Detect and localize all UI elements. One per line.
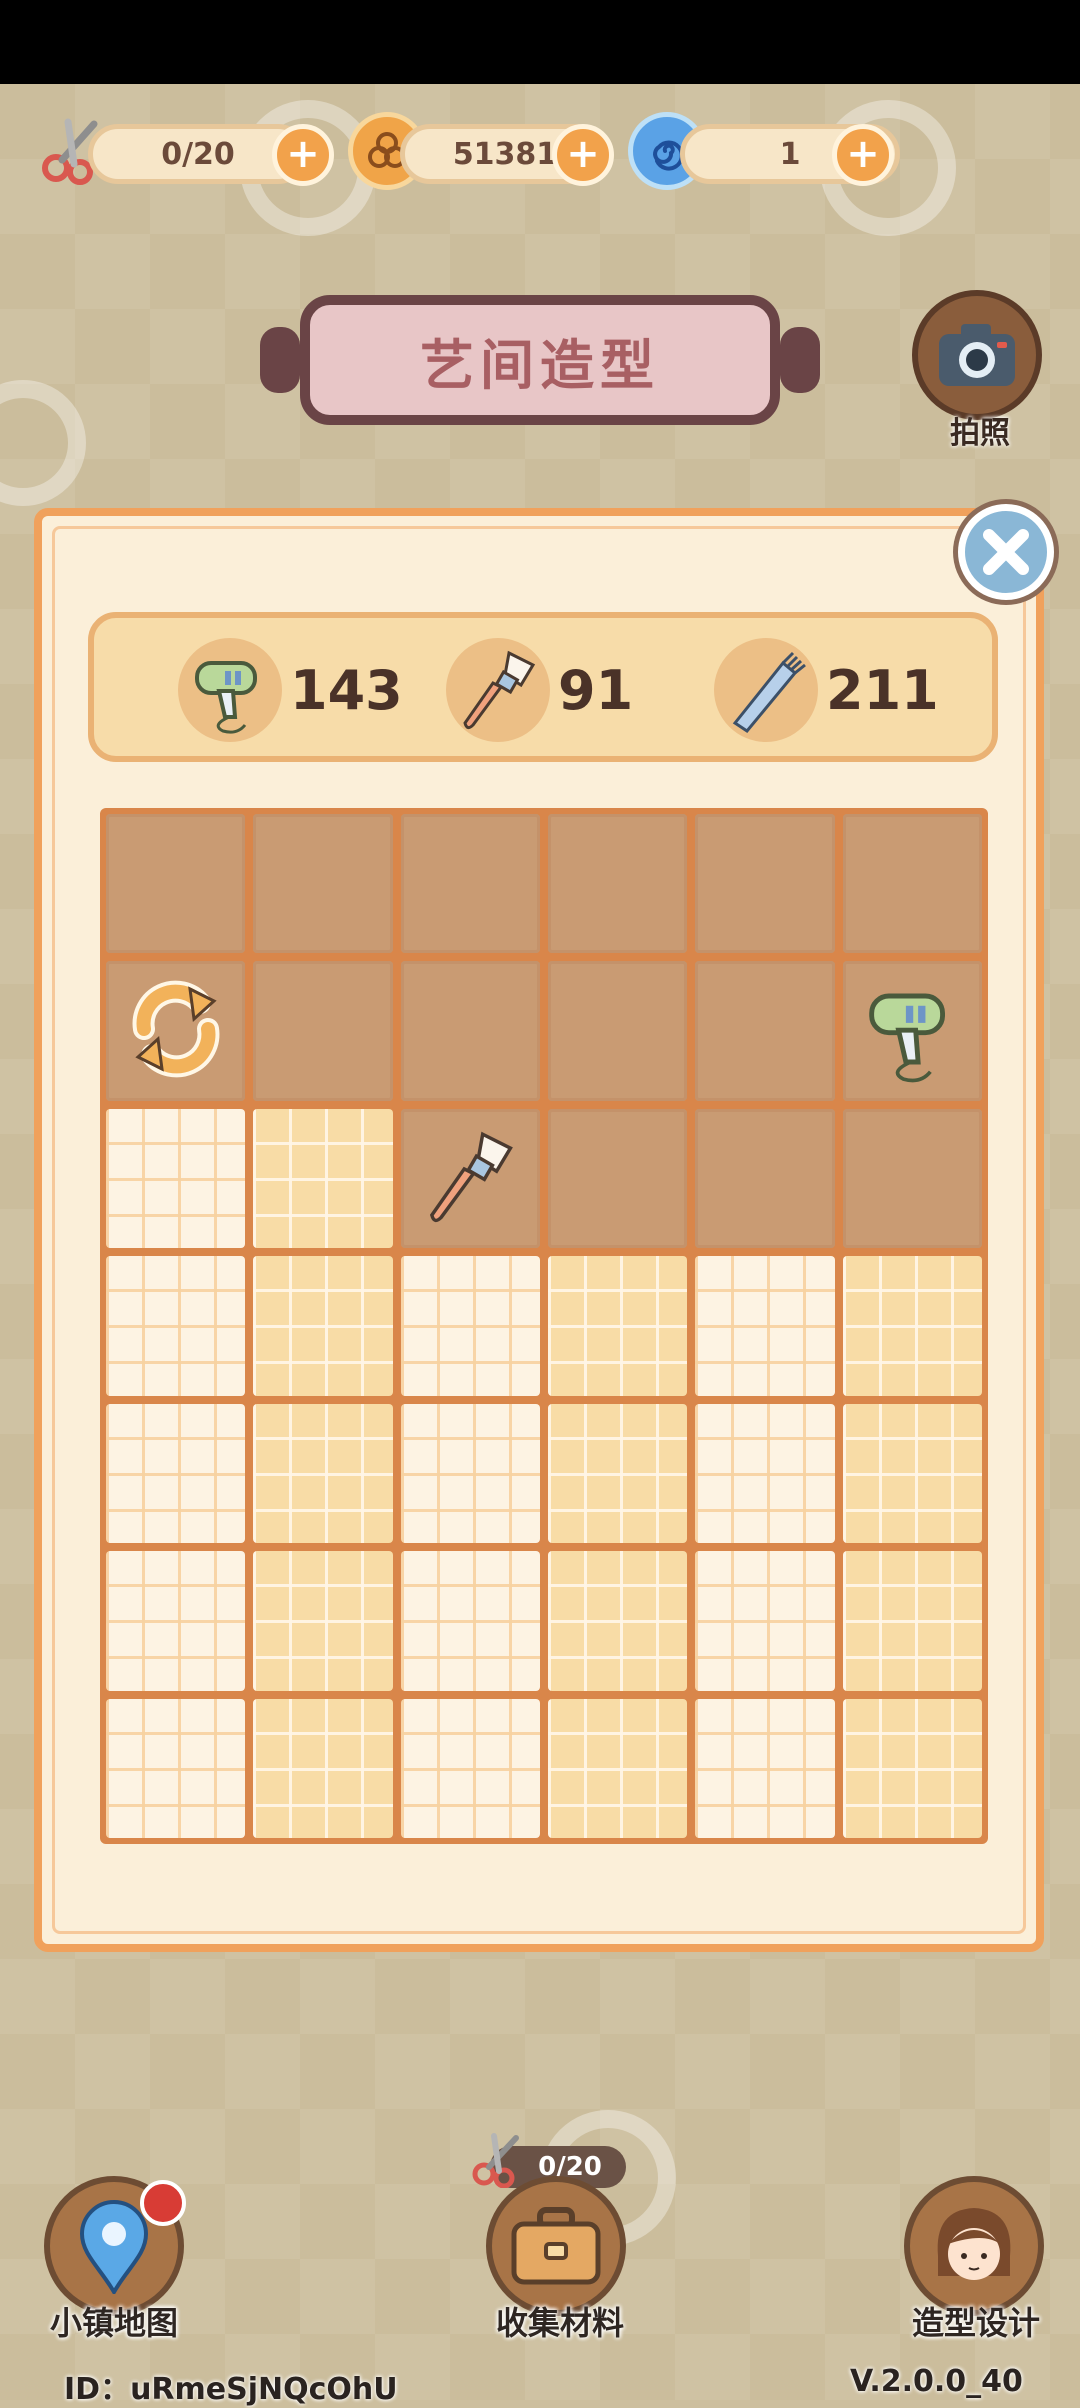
town-map-label: 小镇地图	[49, 2304, 178, 2342]
open-cell[interactable]	[400, 1551, 540, 1691]
add-scissors-button[interactable]: +	[272, 124, 334, 186]
add-coins-button[interactable]: +	[552, 124, 614, 186]
hair-dryer-count: 143	[290, 658, 403, 722]
locked-cell[interactable]	[400, 961, 540, 1101]
camera-icon	[939, 324, 1015, 386]
collect-materials-button[interactable]	[486, 2176, 626, 2316]
tool-hair-dryer: 143	[178, 638, 403, 742]
toolbox-icon	[511, 2207, 601, 2285]
spiral-count: 1	[779, 136, 801, 172]
locked-cell[interactable]	[547, 814, 688, 954]
coin-count: 51381	[452, 136, 558, 172]
locked-cell[interactable]	[695, 814, 835, 954]
open-cell[interactable]	[695, 1256, 835, 1396]
open-cell[interactable]	[253, 1256, 393, 1396]
locked-cell[interactable]	[842, 814, 982, 954]
scissors-icon	[472, 2133, 519, 2188]
locked-cell[interactable]	[253, 814, 393, 954]
hair-dryer-icon	[857, 974, 967, 1088]
open-cell[interactable]	[547, 1698, 688, 1838]
open-cell[interactable]	[400, 1403, 540, 1544]
styling-design-button[interactable]	[904, 2176, 1044, 2316]
tool-makeup-brush: 91	[446, 638, 633, 742]
styling-design-label: 造型设计	[911, 2304, 1040, 2342]
open-cell[interactable]	[842, 1551, 982, 1691]
close-icon	[983, 529, 1029, 575]
scissors-count: 0/20	[161, 136, 235, 172]
locked-cell[interactable]	[842, 1108, 982, 1249]
locked-cell[interactable]	[400, 814, 540, 954]
tool-counts-bar: 143 91 211	[88, 612, 998, 762]
open-cell[interactable]	[106, 1698, 246, 1838]
add-spiral-button[interactable]: +	[832, 124, 894, 186]
locked-cell[interactable]	[547, 961, 688, 1101]
open-cell[interactable]	[106, 1403, 246, 1544]
item-grid	[100, 808, 988, 1844]
camera-button[interactable]	[912, 290, 1042, 420]
locked-cell[interactable]	[547, 1108, 688, 1249]
makeup-brush-icon	[418, 1125, 522, 1233]
girl-avatar-icon	[937, 2208, 1011, 2280]
locked-cell[interactable]	[253, 961, 393, 1101]
open-cell[interactable]	[842, 1698, 982, 1838]
comb-count: 211	[826, 658, 939, 722]
locked-cell[interactable]	[106, 961, 246, 1101]
open-cell[interactable]	[547, 1403, 688, 1544]
open-cell[interactable]	[695, 1698, 835, 1838]
page-title: 艺间造型	[420, 333, 660, 397]
open-cell[interactable]	[400, 1256, 540, 1396]
open-cell[interactable]	[400, 1698, 540, 1838]
hair-dryer-icon	[178, 638, 282, 742]
tool-comb: 211	[714, 638, 939, 742]
open-cell[interactable]	[842, 1256, 982, 1396]
makeup-brush-count: 91	[558, 658, 634, 722]
version-label: V.2.0.0_40	[850, 2364, 1023, 2399]
open-cell[interactable]	[106, 1256, 246, 1396]
open-cell[interactable]	[695, 1551, 835, 1691]
page-title-sign: 艺间造型	[260, 295, 820, 425]
user-id: ID：uRmeSjNQcOhU	[64, 2372, 398, 2407]
locked-cell[interactable]	[695, 1108, 835, 1249]
locked-cell[interactable]	[695, 961, 835, 1101]
open-cell[interactable]	[253, 1108, 393, 1249]
open-cell[interactable]	[547, 1256, 688, 1396]
collect-materials-label: 收集材料	[495, 2304, 624, 2342]
status-bar	[0, 0, 1080, 84]
comb-icon	[714, 638, 818, 742]
close-button[interactable]	[958, 504, 1054, 600]
open-cell[interactable]	[253, 1551, 393, 1691]
locked-cell[interactable]	[106, 814, 246, 954]
open-cell[interactable]	[253, 1403, 393, 1544]
locked-cell[interactable]	[842, 961, 982, 1101]
open-cell[interactable]	[547, 1551, 688, 1691]
open-cell[interactable]	[106, 1551, 246, 1691]
notification-badge	[140, 2180, 186, 2226]
open-cell[interactable]	[106, 1108, 246, 1249]
makeup-brush-icon	[446, 638, 550, 742]
locked-cell[interactable]	[400, 1108, 540, 1249]
refresh-icon	[116, 969, 236, 1093]
open-cell[interactable]	[842, 1403, 982, 1544]
camera-label: 拍照	[950, 416, 1010, 451]
open-cell[interactable]	[253, 1698, 393, 1838]
open-cell[interactable]	[695, 1403, 835, 1544]
